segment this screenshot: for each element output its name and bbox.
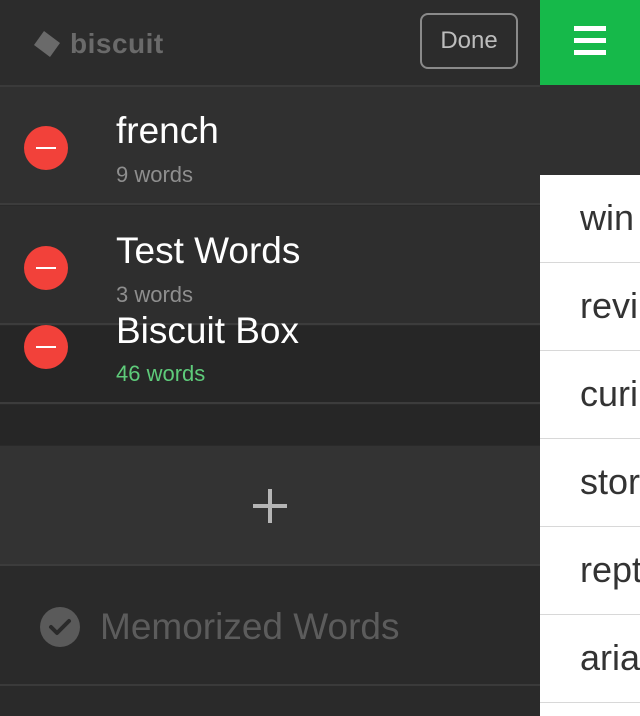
word-text: stor <box>580 461 640 502</box>
memorized-words-label: Memorized Words <box>100 606 400 647</box>
word-text: rept <box>580 549 640 590</box>
deck-drawer: biscuit Done french 9 words Test Words 3… <box>0 0 540 716</box>
deck-title: french <box>116 110 219 151</box>
plus-icon <box>253 489 287 523</box>
delete-deck-button[interactable] <box>24 246 68 290</box>
biscuit-logo-icon <box>34 31 60 57</box>
word-text: curi <box>580 373 639 414</box>
word-list-item[interactable]: curi <box>540 351 640 439</box>
deck-title: Biscuit Box <box>116 310 300 351</box>
done-button[interactable]: Done <box>420 13 518 69</box>
word-text: revi <box>580 285 639 326</box>
logo-text: biscuit <box>70 28 164 59</box>
deck-word-count: 9 words <box>116 162 194 187</box>
drawer-header: biscuit Done <box>0 0 540 87</box>
word-text: aria <box>580 637 640 678</box>
delete-deck-button[interactable] <box>24 325 68 369</box>
delete-deck-button[interactable] <box>24 126 68 170</box>
word-list-item[interactable]: rept <box>540 527 640 615</box>
hamburger-menu-icon[interactable] <box>574 26 606 58</box>
word-list-item[interactable]: win <box>540 175 640 263</box>
deck-word-count: 3 words <box>116 282 194 307</box>
main-toolbar <box>540 85 640 175</box>
checkmark-circle-icon <box>40 607 80 647</box>
word-list: win revi curi stor rept aria <box>540 175 640 716</box>
deck-title: Test Words <box>116 230 301 271</box>
deck-row-french[interactable] <box>0 87 540 205</box>
word-list-item[interactable]: aria <box>540 615 640 703</box>
list-spacer <box>0 405 540 445</box>
deck-word-count: 46 words <box>116 361 206 386</box>
word-list-item[interactable]: stor <box>540 439 640 527</box>
word-list-item[interactable]: revi <box>540 263 640 351</box>
app-logo: biscuit <box>32 24 164 64</box>
word-text: win <box>580 197 635 238</box>
